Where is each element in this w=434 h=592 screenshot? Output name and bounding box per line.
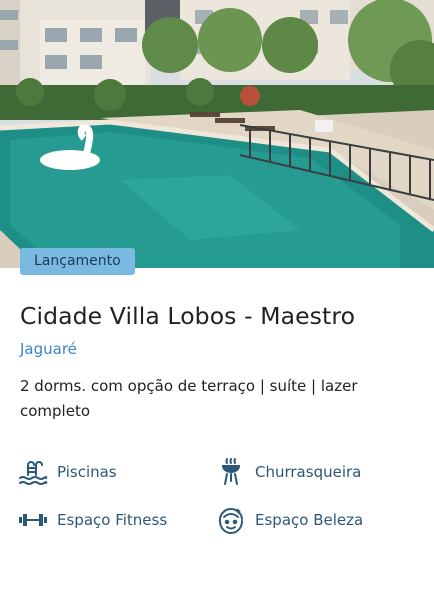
barbecue-grill-icon — [216, 457, 246, 487]
property-description: 2 dorms. com opção de terraço | suíte | … — [20, 377, 358, 420]
dumbbell-icon — [18, 505, 48, 535]
amenity-label: Piscinas — [57, 463, 117, 481]
launch-badge: Lançamento — [20, 248, 135, 275]
amenity-piscinas: Piscinas — [18, 457, 117, 487]
amenity-label: Espaço Fitness — [57, 511, 168, 529]
amenity-churrasqueira: Churrasqueira — [216, 457, 361, 487]
amenity-espaco-beleza: Espaço Beleza — [216, 505, 363, 535]
amenity-espaco-fitness: Espaço Fitness — [18, 505, 167, 535]
pool-ladder-icon — [18, 457, 48, 487]
property-title[interactable]: Cidade Villa Lobos - Maestro — [20, 302, 355, 330]
property-photo[interactable] — [0, 0, 434, 268]
property-card[interactable]: Lançamento Cidade Villa Lobos - Maestro … — [0, 0, 434, 592]
amenity-label: Espaço Beleza — [255, 511, 364, 529]
beauty-face-icon — [216, 505, 246, 535]
amenity-label: Churrasqueira — [255, 463, 362, 481]
property-region: Jaguaré — [20, 340, 77, 358]
